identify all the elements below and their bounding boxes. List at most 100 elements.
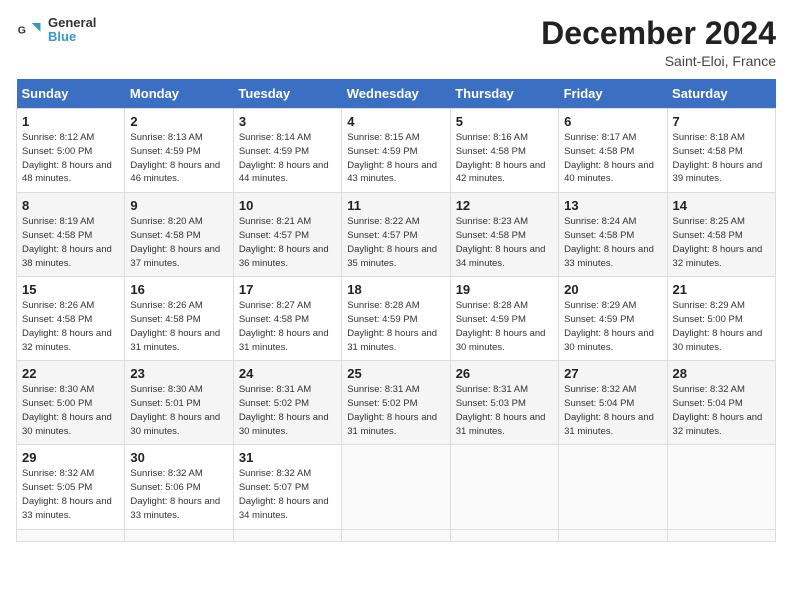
day-number: 9 (130, 198, 227, 213)
calendar-cell: 25Sunrise: 8:31 AMSunset: 5:02 PMDayligh… (342, 361, 450, 445)
calendar-cell (342, 445, 450, 529)
day-info: Sunrise: 8:12 AMSunset: 5:00 PMDaylight:… (22, 131, 119, 186)
day-number: 14 (673, 198, 770, 213)
day-number: 24 (239, 366, 336, 381)
day-number: 5 (456, 114, 553, 129)
day-of-week-header: Monday (125, 79, 233, 109)
day-info: Sunrise: 8:27 AMSunset: 4:58 PMDaylight:… (239, 299, 336, 354)
day-of-week-header: Thursday (450, 79, 558, 109)
calendar-body: 1 Sunrise: 8:12 AMSunset: 5:00 PMDaylight… (17, 109, 776, 541)
title-block: December 2024 Saint-Eloi, France (541, 16, 776, 69)
day-info: Sunrise: 8:31 AMSunset: 5:02 PMDaylight:… (347, 383, 444, 438)
day-info: Sunrise: 8:32 AMSunset: 5:07 PMDaylight:… (239, 467, 336, 522)
day-info: Sunrise: 8:24 AMSunset: 4:58 PMDaylight:… (564, 215, 661, 270)
calendar-cell: 31 Sunrise: 8:32 AMSunset: 5:07 PMDayligh… (233, 445, 341, 529)
calendar-cell (233, 529, 341, 541)
day-info: Sunrise: 8:14 AMSunset: 4:59 PMDaylight:… (239, 131, 336, 186)
calendar-cell: 29Sunrise: 8:32 AMSunset: 5:05 PMDayligh… (17, 445, 125, 529)
day-info: Sunrise: 8:28 AMSunset: 4:59 PMDaylight:… (456, 299, 553, 354)
day-info: Sunrise: 8:31 AMSunset: 5:03 PMDaylight:… (456, 383, 553, 438)
calendar-cell: 17Sunrise: 8:27 AMSunset: 4:58 PMDayligh… (233, 277, 341, 361)
calendar-cell (125, 529, 233, 541)
day-number: 13 (564, 198, 661, 213)
day-info: Sunrise: 8:23 AMSunset: 4:58 PMDaylight:… (456, 215, 553, 270)
day-number: 16 (130, 282, 227, 297)
calendar-cell (667, 529, 775, 541)
day-number: 27 (564, 366, 661, 381)
day-number: 1 (22, 114, 119, 129)
day-number: 29 (22, 450, 119, 465)
day-of-week-header: Wednesday (342, 79, 450, 109)
day-info: Sunrise: 8:17 AMSunset: 4:58 PMDaylight:… (564, 131, 661, 186)
day-number: 12 (456, 198, 553, 213)
calendar-cell: 14 Sunrise: 8:25 AMSunset: 4:58 PMDayligh… (667, 193, 775, 277)
day-info: Sunrise: 8:25 AMSunset: 4:58 PMDaylight:… (673, 215, 770, 270)
calendar-cell (450, 529, 558, 541)
calendar-cell: 10Sunrise: 8:21 AMSunset: 4:57 PMDayligh… (233, 193, 341, 277)
calendar-cell: 16 Sunrise: 8:26 AMSunset: 4:58 PMDayligh… (125, 277, 233, 361)
day-info: Sunrise: 8:18 AMSunset: 4:58 PMDaylight:… (673, 131, 770, 186)
day-number: 3 (239, 114, 336, 129)
calendar-cell: 28Sunrise: 8:32 AMSunset: 5:04 PMDayligh… (667, 361, 775, 445)
calendar-cell: 1 Sunrise: 8:12 AMSunset: 5:00 PMDaylight… (17, 109, 125, 193)
calendar-cell: 4 Sunrise: 8:15 AMSunset: 4:59 PMDaylight… (342, 109, 450, 193)
logo-general-text: General (48, 16, 96, 30)
calendar-cell: 27 Sunrise: 8:32 AMSunset: 5:04 PMDayligh… (559, 361, 667, 445)
day-info: Sunrise: 8:32 AMSunset: 5:06 PMDaylight:… (130, 467, 227, 522)
calendar-cell: 12 Sunrise: 8:23 AMSunset: 4:58 PMDayligh… (450, 193, 558, 277)
day-number: 10 (239, 198, 336, 213)
day-number: 4 (347, 114, 444, 129)
day-info: Sunrise: 8:16 AMSunset: 4:58 PMDaylight:… (456, 131, 553, 186)
calendar-week-row: 15 Sunrise: 8:26 AMSunset: 4:58 PMDayligh… (17, 277, 776, 361)
day-info: Sunrise: 8:20 AMSunset: 4:58 PMDaylight:… (130, 215, 227, 270)
calendar-week-row: 1 Sunrise: 8:12 AMSunset: 5:00 PMDaylight… (17, 109, 776, 193)
day-info: Sunrise: 8:13 AMSunset: 4:59 PMDaylight:… (130, 131, 227, 186)
calendar-cell: 5 Sunrise: 8:16 AMSunset: 4:58 PMDaylight… (450, 109, 558, 193)
day-number: 6 (564, 114, 661, 129)
day-info: Sunrise: 8:32 AMSunset: 5:04 PMDaylight:… (564, 383, 661, 438)
day-info: Sunrise: 8:29 AMSunset: 4:59 PMDaylight:… (564, 299, 661, 354)
day-number: 15 (22, 282, 119, 297)
calendar-cell (559, 445, 667, 529)
calendar-cell: 3 Sunrise: 8:14 AMSunset: 4:59 PMDaylight… (233, 109, 341, 193)
day-info: Sunrise: 8:19 AMSunset: 4:58 PMDaylight:… (22, 215, 119, 270)
svg-text:G: G (18, 25, 26, 37)
day-number: 11 (347, 198, 444, 213)
days-of-week-row: SundayMondayTuesdayWednesdayThursdayFrid… (17, 79, 776, 109)
day-info: Sunrise: 8:31 AMSunset: 5:02 PMDaylight:… (239, 383, 336, 438)
calendar-cell (342, 529, 450, 541)
day-number: 21 (673, 282, 770, 297)
day-of-week-header: Tuesday (233, 79, 341, 109)
day-number: 2 (130, 114, 227, 129)
calendar-cell: 18Sunrise: 8:28 AMSunset: 4:59 PMDayligh… (342, 277, 450, 361)
day-of-week-header: Saturday (667, 79, 775, 109)
day-number: 20 (564, 282, 661, 297)
day-info: Sunrise: 8:22 AMSunset: 4:57 PMDaylight:… (347, 215, 444, 270)
day-info: Sunrise: 8:15 AMSunset: 4:59 PMDaylight:… (347, 131, 444, 186)
day-number: 30 (130, 450, 227, 465)
day-number: 8 (22, 198, 119, 213)
day-of-week-header: Sunday (17, 79, 125, 109)
day-info: Sunrise: 8:29 AMSunset: 5:00 PMDaylight:… (673, 299, 770, 354)
calendar-cell: 7 Sunrise: 8:18 AMSunset: 4:58 PMDaylight… (667, 109, 775, 193)
calendar-cell (559, 529, 667, 541)
calendar-cell: 26Sunrise: 8:31 AMSunset: 5:03 PMDayligh… (450, 361, 558, 445)
day-number: 31 (239, 450, 336, 465)
calendar-cell: 2 Sunrise: 8:13 AMSunset: 4:59 PMDaylight… (125, 109, 233, 193)
logo-blue-text: Blue (48, 30, 96, 44)
day-number: 23 (130, 366, 227, 381)
calendar-cell: 6 Sunrise: 8:17 AMSunset: 4:58 PMDaylight… (559, 109, 667, 193)
logo-text: General Blue (48, 16, 96, 45)
calendar-cell: 21 Sunrise: 8:29 AMSunset: 5:00 PMDayligh… (667, 277, 775, 361)
day-number: 22 (22, 366, 119, 381)
calendar-cell: 9 Sunrise: 8:20 AMSunset: 4:58 PMDaylight… (125, 193, 233, 277)
calendar-cell: 30 Sunrise: 8:32 AMSunset: 5:06 PMDayligh… (125, 445, 233, 529)
calendar-week-row: 29Sunrise: 8:32 AMSunset: 5:05 PMDayligh… (17, 445, 776, 529)
calendar-week-row: 8 Sunrise: 8:19 AMSunset: 4:58 PMDaylight… (17, 193, 776, 277)
calendar-header: SundayMondayTuesdayWednesdayThursdayFrid… (17, 79, 776, 109)
day-number: 7 (673, 114, 770, 129)
day-info: Sunrise: 8:30 AMSunset: 5:01 PMDaylight:… (130, 383, 227, 438)
day-number: 28 (673, 366, 770, 381)
page-header: G General Blue December 2024 Saint-Eloi,… (16, 16, 776, 69)
day-info: Sunrise: 8:26 AMSunset: 4:58 PMDaylight:… (130, 299, 227, 354)
